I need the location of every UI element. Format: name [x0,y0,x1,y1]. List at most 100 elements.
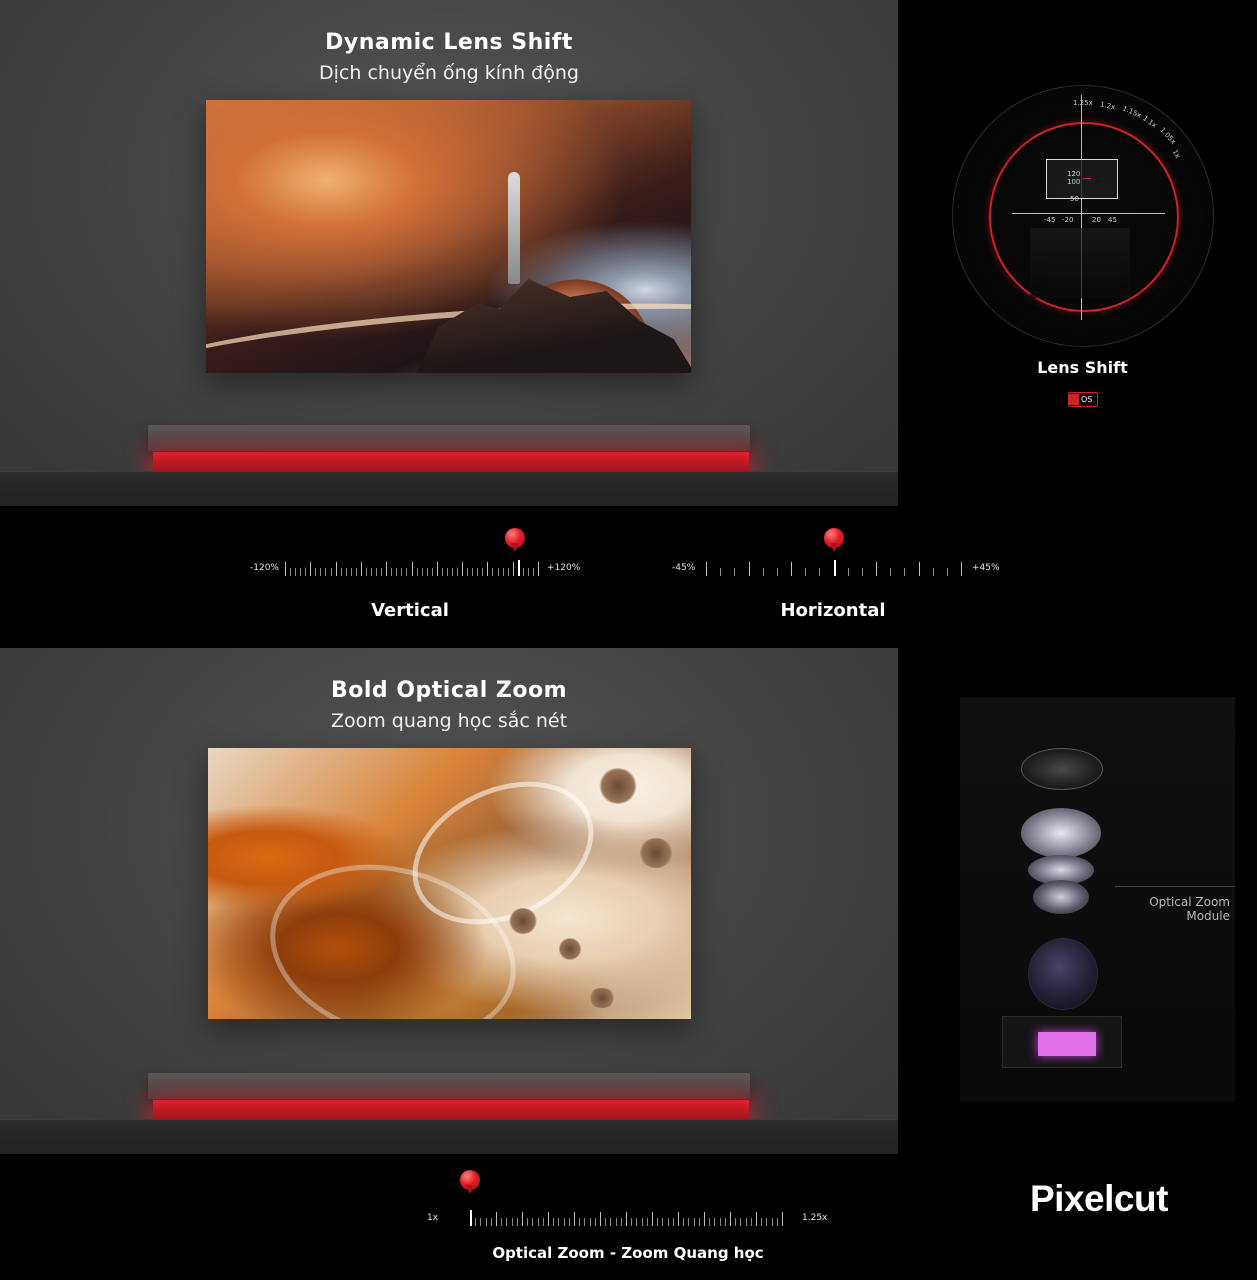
slider-tick [401,568,403,576]
slider-tick [847,568,849,576]
slider-tick [720,568,722,576]
slider-tick [406,568,408,576]
slider-tick [636,1218,638,1226]
os-logo-icon [1069,394,1079,405]
slider-tick [472,568,474,576]
slider-tick [833,560,836,576]
os-badge: OS [1068,392,1098,407]
slider-tick [391,568,393,576]
projected-fluid-art-image [208,748,691,1019]
vertical-shift-slider[interactable] [285,560,539,576]
dial-axis-label-2: 20 [1092,216,1101,224]
slider-tick [631,1218,633,1226]
slider-tick [548,1212,549,1226]
slider-tick [522,1212,523,1226]
slider-tick [693,1218,695,1226]
dmd-chip [1038,1032,1096,1056]
slider-tick [516,1218,518,1226]
fluid-spot [638,838,674,868]
slider-tick [563,1218,565,1226]
dial-axis-label-1: -20 [1062,216,1074,224]
slider-tick [714,1218,716,1226]
dial-projector-silhouette [1030,228,1130,298]
tv-shelf [148,425,750,451]
optical-zoom-slider[interactable] [470,1210,783,1226]
dial-scale-label-0: 1.25x [1073,99,1093,107]
slider-tick [396,568,398,576]
lens-element-large [1028,938,1098,1010]
slider-tick [876,562,877,576]
slider-tick [426,568,428,576]
slider-tick [890,568,892,576]
slider-tick [522,568,524,576]
slider-tick [381,568,383,576]
slider-tick [485,1218,487,1226]
dial-axis-label-3: 45 [1108,216,1117,224]
slider-tick [511,1218,513,1226]
zoom-slider-ticks [470,1210,783,1226]
slider-tick [497,568,499,576]
optical-zoom-title: Bold Optical Zoom [330,678,568,703]
horizontal-min-label: -45% [672,563,696,573]
slider-tick [740,1218,742,1226]
slider-tick [532,568,534,576]
slider-tick [704,1212,705,1226]
lens-element-glass-3 [1033,880,1089,914]
lens-element-top [1021,748,1103,790]
slider-tick [918,562,920,576]
optical-zoom-slider-handle[interactable] [460,1170,480,1196]
slider-tick [579,1218,581,1226]
slider-tick [641,1218,643,1226]
slider-tick [542,1218,544,1226]
module-label-line [1115,886,1235,887]
slider-tick [709,1218,711,1226]
slider-tick [961,562,962,576]
slider-tick [441,568,443,576]
horizontal-slider-handle[interactable] [823,528,844,554]
slider-tick [672,1218,674,1226]
slider-tick [761,1218,763,1226]
slider-tick [574,1212,575,1226]
slider-tick [553,1218,555,1226]
slider-tick [782,1212,783,1226]
slider-tick [315,568,317,576]
slider-tick [626,1212,627,1226]
slider-tick [507,568,509,576]
slider-tick [771,1218,773,1226]
slider-tick [386,562,388,576]
slider-tick [776,1218,778,1226]
astronaut-figure [508,172,520,284]
slider-tick [355,568,357,576]
slider-tick [667,1218,669,1226]
slider-tick [360,562,362,576]
lens-shift-subtitle: Dịch chuyển ống kính động [319,62,579,84]
dial-lower-value: 50 [1070,195,1079,203]
slider-tick [477,568,479,576]
os-badge-text: OS [1081,395,1093,404]
slider-tick [762,568,764,576]
fluid-spot [598,768,638,804]
slider-tick [568,1218,570,1226]
optical-zoom-subtitle: Zoom quang học sắc nét [330,710,568,732]
slider-tick [646,1218,648,1226]
zoom-max-label: 1.25x [802,1213,828,1223]
slider-tick [819,568,821,576]
slider-tick [290,568,292,576]
slider-tick [662,1218,664,1226]
slider-tick [376,568,378,576]
slider-tick [724,1218,726,1226]
slider-tick [805,568,807,576]
slider-tick [330,568,332,576]
lens-shift-room: Dynamic Lens Shift Dịch chuyển ống kính … [0,0,898,506]
slider-tick [492,568,494,576]
slider-tick [300,568,302,576]
horizontal-shift-slider[interactable] [706,560,962,576]
horizontal-label: Horizontal [780,600,886,621]
slider-tick [325,568,327,576]
vertical-slider-handle[interactable] [505,528,526,554]
slider-tick [421,568,423,576]
slider-tick [512,562,514,576]
room-floor [0,471,898,506]
slider-tick [340,568,342,576]
slider-tick [756,1212,757,1226]
